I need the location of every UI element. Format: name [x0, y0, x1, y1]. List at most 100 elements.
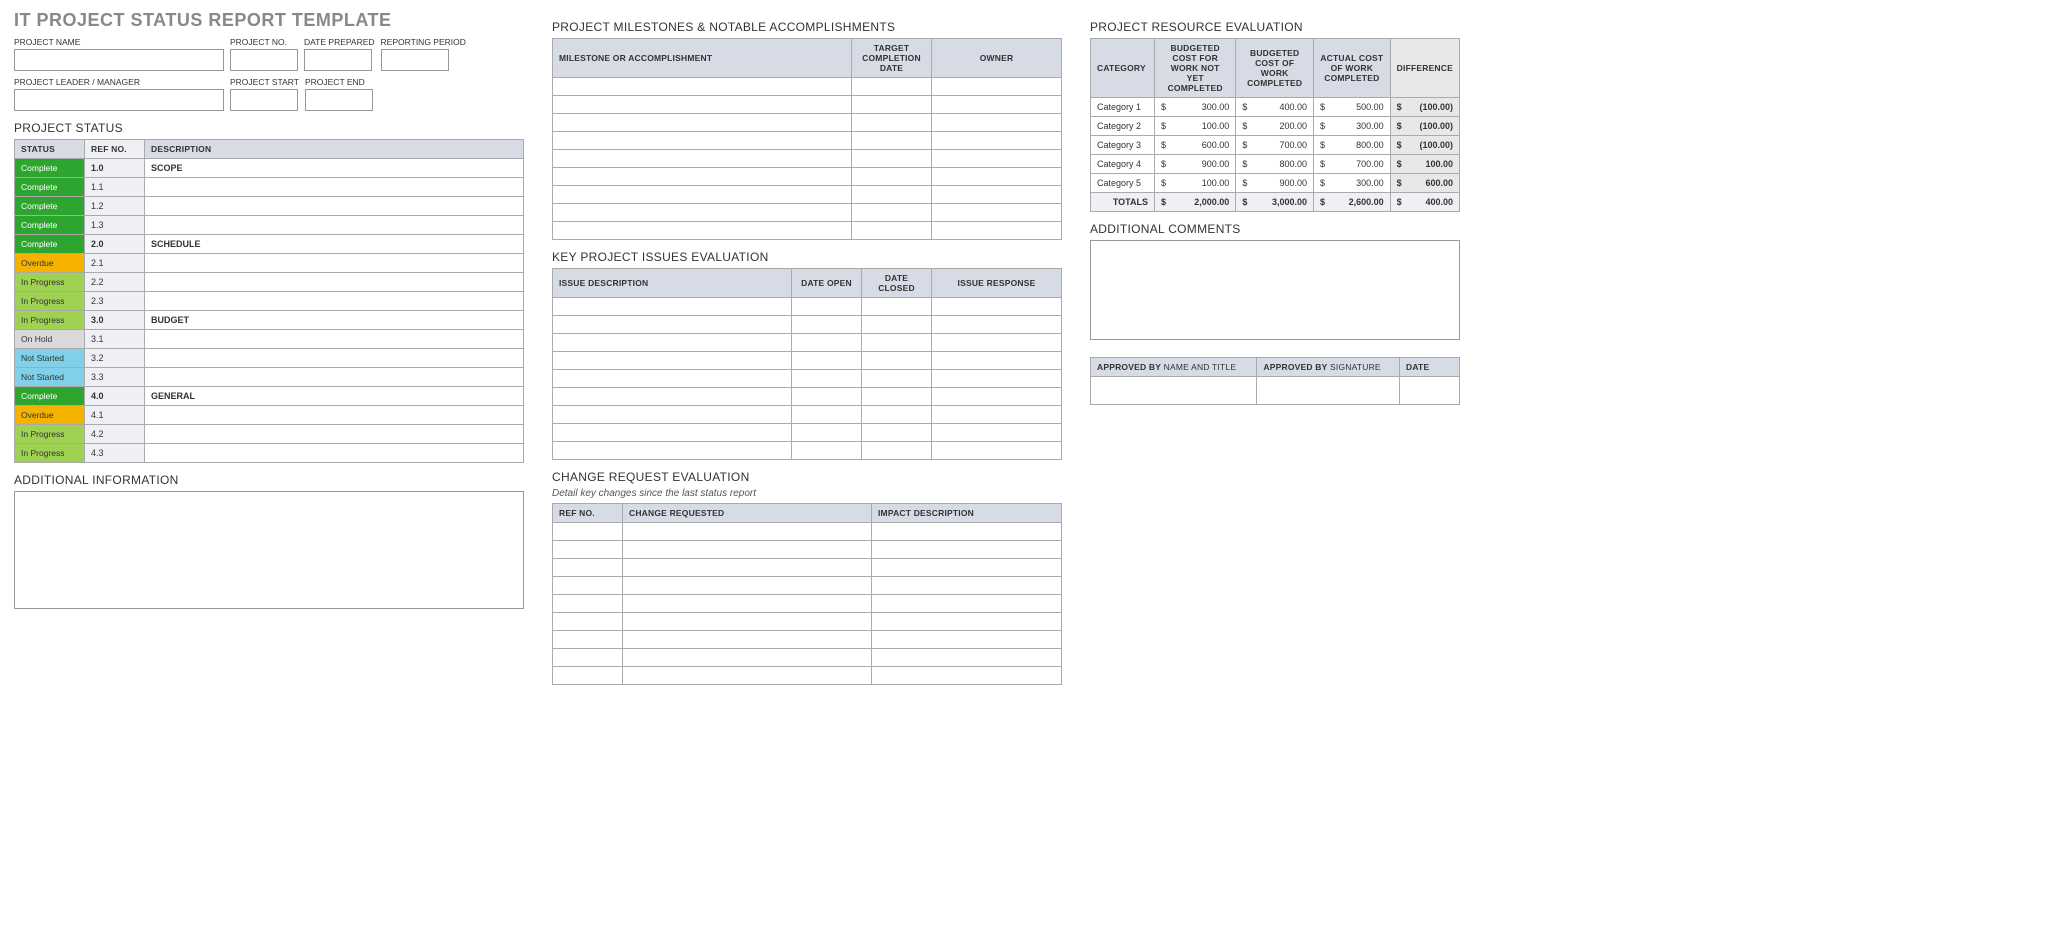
table-row[interactable] [553, 352, 1062, 370]
desc-cell[interactable] [145, 292, 524, 311]
page-title: IT PROJECT STATUS REPORT TEMPLATE [14, 10, 524, 31]
budget-ny-cell: $300.00 [1155, 98, 1236, 117]
desc-cell[interactable] [145, 425, 524, 444]
table-row: Overdue2.1 [15, 254, 524, 273]
table-row[interactable] [553, 559, 1062, 577]
status-cell[interactable]: On Hold [15, 330, 85, 349]
desc-cell[interactable] [145, 216, 524, 235]
status-cell[interactable]: Complete [15, 387, 85, 406]
category-cell: Category 1 [1091, 98, 1155, 117]
project-end-input[interactable] [305, 89, 373, 111]
project-start-input[interactable] [230, 89, 298, 111]
table-row[interactable] [553, 388, 1062, 406]
table-row[interactable] [553, 204, 1062, 222]
desc-cell[interactable] [145, 178, 524, 197]
status-cell[interactable]: Overdue [15, 254, 85, 273]
table-row[interactable] [553, 577, 1062, 595]
project-no-input[interactable] [230, 49, 298, 71]
table-row[interactable] [553, 424, 1062, 442]
budget-ny-cell: $100.00 [1155, 117, 1236, 136]
desc-cell[interactable] [145, 197, 524, 216]
changes-subtext: Detail key changes since the last status… [552, 488, 1062, 499]
table-row: Category 2$100.00$200.00$300.00$(100.00) [1091, 117, 1460, 136]
table-row: Category 3$600.00$700.00$800.00$(100.00) [1091, 136, 1460, 155]
table-row[interactable] [553, 370, 1062, 388]
ref-cell: 3.1 [85, 330, 145, 349]
category-cell: Category 3 [1091, 136, 1155, 155]
table-row[interactable] [553, 186, 1062, 204]
resource-table: CATEGORY BUDGETED COST FOR WORK NOT YET … [1090, 38, 1460, 212]
table-row[interactable] [553, 595, 1062, 613]
status-cell[interactable]: Overdue [15, 406, 85, 425]
status-cell[interactable]: Complete [15, 197, 85, 216]
table-row[interactable] [553, 298, 1062, 316]
th-desc: DESCRIPTION [145, 140, 524, 159]
additional-comments-textarea[interactable] [1090, 240, 1460, 340]
label-reporting-period: REPORTING PERIOD [381, 37, 466, 47]
desc-cell[interactable] [145, 273, 524, 292]
status-cell[interactable]: In Progress [15, 444, 85, 463]
issues-table: ISSUE DESCRIPTION DATE OPEN DATE CLOSED … [552, 268, 1062, 460]
table-row[interactable] [553, 406, 1062, 424]
status-cell[interactable]: Complete [15, 178, 85, 197]
status-cell[interactable]: Not Started [15, 368, 85, 387]
totals-a: $2,000.00 [1155, 193, 1236, 212]
status-cell[interactable]: Complete [15, 216, 85, 235]
status-cell[interactable]: Complete [15, 235, 85, 254]
table-row[interactable] [553, 150, 1062, 168]
table-row[interactable] [553, 442, 1062, 460]
diff-cell: $600.00 [1390, 174, 1459, 193]
project-leader-input[interactable] [14, 89, 224, 111]
reporting-period-input[interactable] [381, 49, 449, 71]
status-cell[interactable]: In Progress [15, 273, 85, 292]
table-row[interactable] [553, 334, 1062, 352]
desc-cell[interactable]: SCHEDULE [145, 235, 524, 254]
table-row[interactable] [553, 222, 1062, 240]
ref-cell: 3.3 [85, 368, 145, 387]
table-row[interactable] [553, 631, 1062, 649]
desc-cell[interactable] [145, 444, 524, 463]
table-row[interactable] [553, 114, 1062, 132]
th-date-open: DATE OPEN [792, 269, 862, 298]
status-cell[interactable]: In Progress [15, 311, 85, 330]
table-row[interactable] [553, 78, 1062, 96]
actual-cell: $300.00 [1314, 117, 1391, 136]
changes-heading: CHANGE REQUEST EVALUATION [552, 470, 1062, 484]
desc-cell[interactable] [145, 406, 524, 425]
table-row[interactable] [553, 132, 1062, 150]
project-name-input[interactable] [14, 49, 224, 71]
desc-cell[interactable]: SCOPE [145, 159, 524, 178]
approval-row[interactable] [1091, 377, 1460, 405]
status-cell[interactable]: Complete [15, 159, 85, 178]
table-row: Complete1.2 [15, 197, 524, 216]
category-cell: Category 2 [1091, 117, 1155, 136]
desc-cell[interactable]: BUDGET [145, 311, 524, 330]
table-row[interactable] [553, 523, 1062, 541]
table-row[interactable] [553, 649, 1062, 667]
desc-cell[interactable]: GENERAL [145, 387, 524, 406]
budget-c-cell: $900.00 [1236, 174, 1314, 193]
table-row[interactable] [553, 316, 1062, 334]
status-cell[interactable]: Not Started [15, 349, 85, 368]
desc-cell[interactable] [145, 330, 524, 349]
desc-cell[interactable] [145, 368, 524, 387]
ref-cell: 1.1 [85, 178, 145, 197]
additional-info-textarea[interactable] [14, 491, 524, 609]
table-row[interactable] [553, 613, 1062, 631]
date-prepared-input[interactable] [304, 49, 372, 71]
table-row[interactable] [553, 168, 1062, 186]
table-row[interactable] [553, 96, 1062, 114]
budget-c-cell: $200.00 [1236, 117, 1314, 136]
issues-heading: KEY PROJECT ISSUES EVALUATION [552, 250, 1062, 264]
ref-cell: 2.1 [85, 254, 145, 273]
table-row[interactable] [553, 667, 1062, 685]
desc-cell[interactable] [145, 349, 524, 368]
ref-cell: 2.0 [85, 235, 145, 254]
label-project-end: PROJECT END [305, 77, 373, 87]
label-project-no: PROJECT NO. [230, 37, 298, 47]
status-cell[interactable]: In Progress [15, 425, 85, 444]
status-cell[interactable]: In Progress [15, 292, 85, 311]
desc-cell[interactable] [145, 254, 524, 273]
table-row[interactable] [553, 541, 1062, 559]
ref-cell: 1.3 [85, 216, 145, 235]
